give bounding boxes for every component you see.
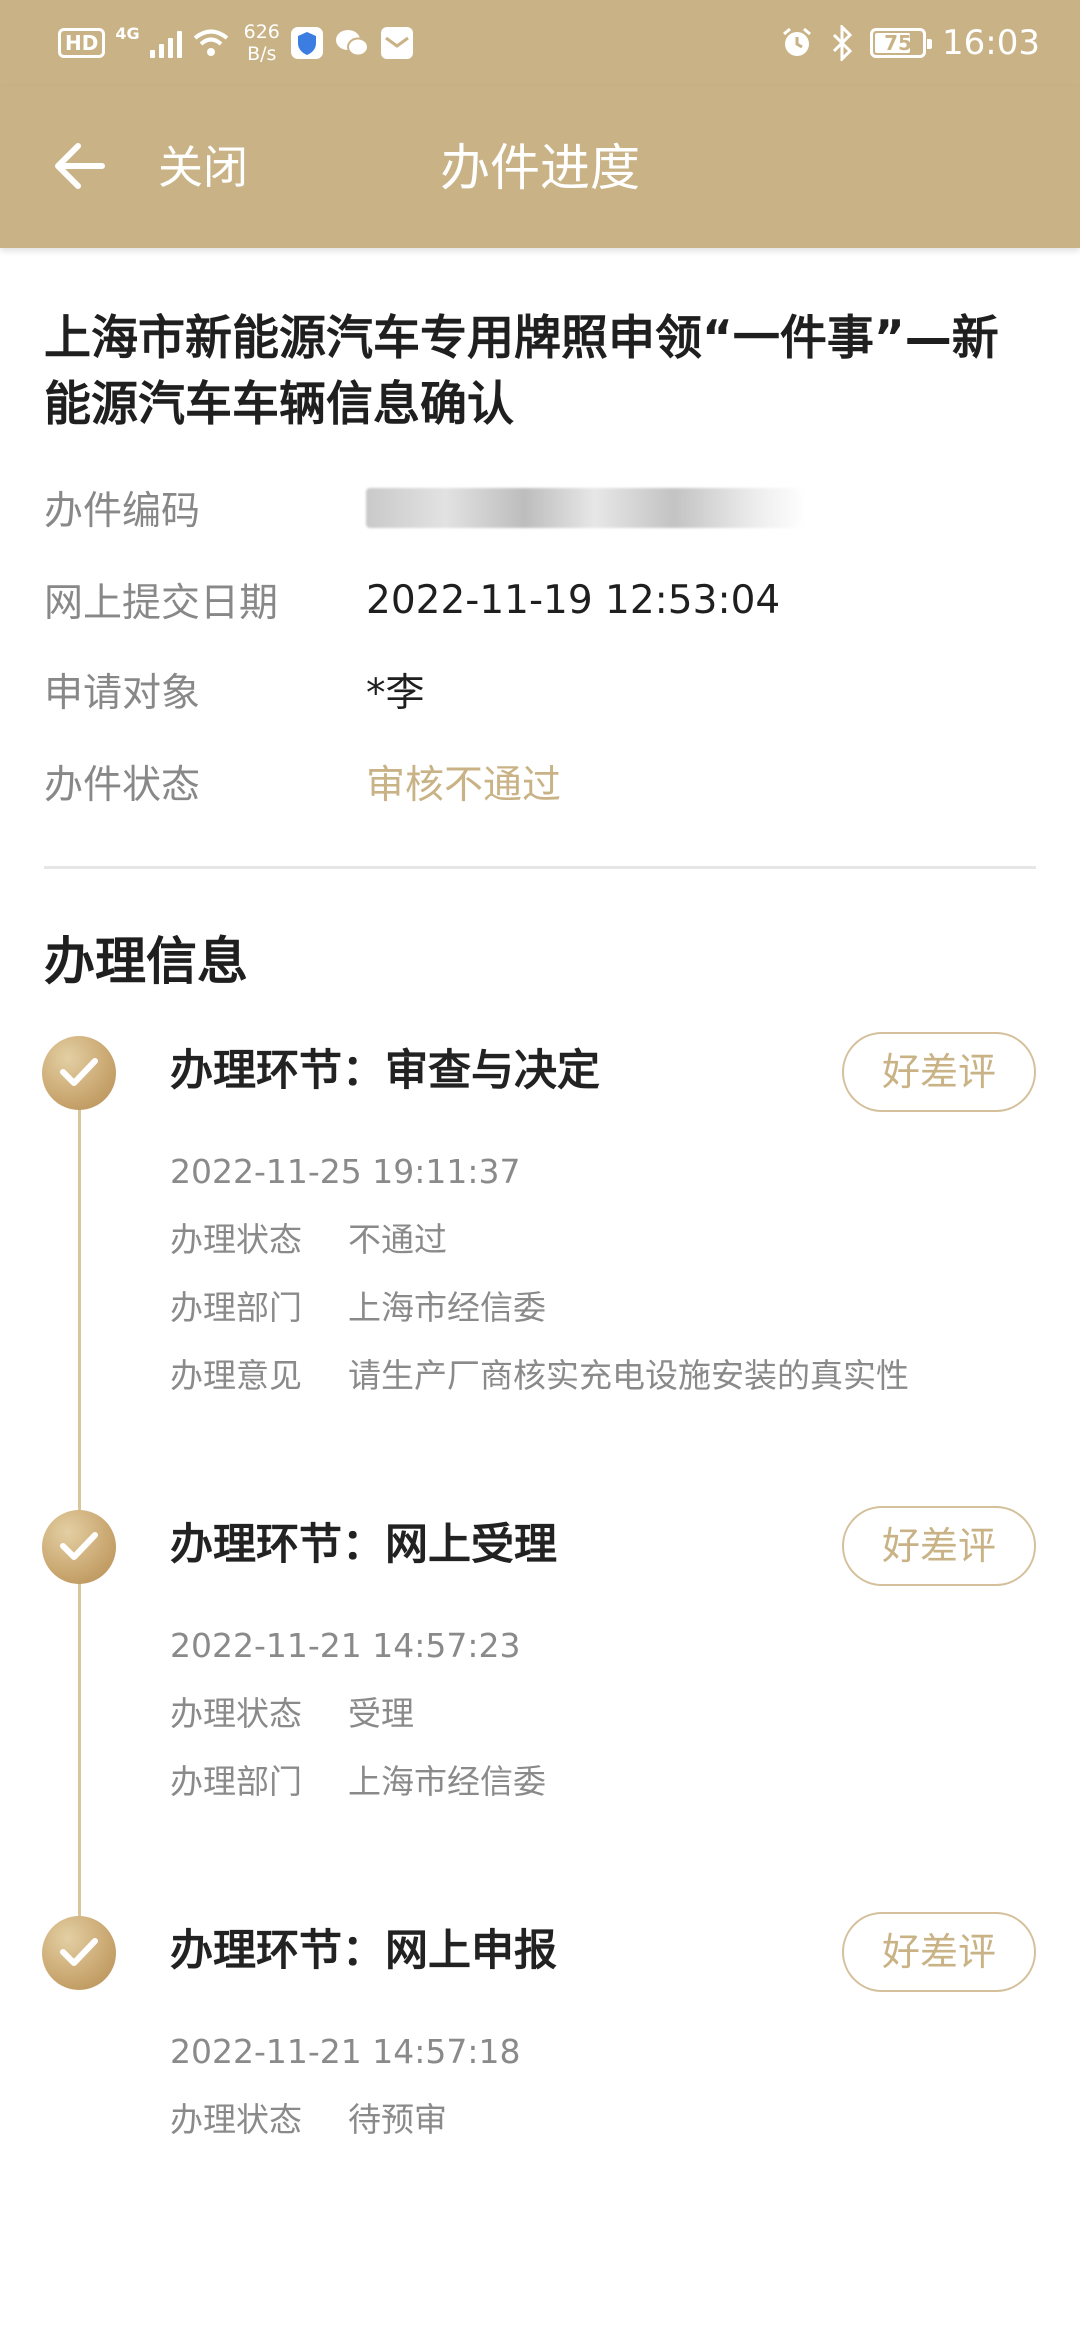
detail-value: 受理 [348,1694,414,1733]
clock: 16:03 [942,23,1040,63]
step-title: 办理环节：网上申报 [170,1926,557,1976]
check-circle-icon [42,1510,116,1584]
code-label: 办件编码 [44,489,201,534]
status-bar: HD 4G 626 B/s 75 16:03 [0,0,1080,86]
page-title: 办件进度 [440,139,640,197]
step-time: 2022-11-25 19:11:37 [170,1152,521,1191]
step-detail-row: 办理状态 受理 [170,1692,1050,1736]
status-bar-left: HD 4G 626 B/s [58,20,414,66]
applicant-label: 申请对象 [44,671,201,716]
submit-date-label: 网上提交日期 [44,581,279,626]
detail-label: 办理状态 [170,1694,302,1733]
detail-value: 不通过 [348,1220,447,1259]
detail-label: 办理意见 [170,1356,302,1395]
speed-value: 626 [243,21,280,43]
code-value-redacted [366,488,806,528]
detail-value: 上海市经信委 [348,1288,546,1327]
detail-label: 办理状态 [170,2100,302,2139]
info-row-submit-date: 网上提交日期 2022-11-19 12:53:04 [44,570,1044,630]
step-title: 办理环节：网上受理 [170,1520,557,1570]
wifi-icon [193,29,228,56]
detail-label: 办理部门 [170,1762,302,1801]
detail-label: 办理状态 [170,1220,302,1259]
alarm-icon [783,27,811,56]
step-detail-row: 办理部门 上海市经信委 [170,1286,1050,1330]
detail-label: 办理部门 [170,1288,302,1327]
check-circle-icon [42,1916,116,1990]
battery-icon: 75 [870,28,933,58]
detail-value: 请生产厂商核实充电设施安装的真实性 [348,1356,909,1395]
speed-unit: B/s [247,43,277,65]
rate-button[interactable]: 好差评 [842,1032,1036,1112]
check-circle-icon [42,1036,116,1110]
signal-icon [149,28,182,58]
applicant-value: *李 [366,671,425,716]
hd-icon: HD [58,28,106,58]
step-detail-row: 办理意见 请生产厂商核实充电设施安装的真实性 [170,1354,1050,1398]
info-row-status: 办件状态 审核不通过 [44,752,1044,812]
mail-app-icon [380,27,413,59]
section-divider [44,866,1036,869]
application-title: 上海市新能源汽车专用牌照申领“一件事”—新能源汽车车辆信息确认 [44,311,999,432]
app-header: 关闭 办件进度 [0,86,1080,248]
rate-button[interactable]: 好差评 [842,1506,1036,1586]
step-time: 2022-11-21 14:57:23 [170,1626,521,1665]
detail-value: 待预审 [348,2100,447,2139]
bluetooth-icon [832,25,853,61]
battery-level: 75 [884,31,912,55]
info-row-code: 办件编码 [44,478,1044,538]
step-title: 办理环节：审查与决定 [170,1046,600,1096]
shield-app-icon [290,27,323,59]
status-label: 办件状态 [44,763,201,808]
wechat-icon [335,30,369,57]
detail-value: 上海市经信委 [348,1762,546,1801]
network-speed: 626 B/s [244,21,280,65]
info-row-applicant: 申请对象 *李 [44,660,1044,720]
rate-button[interactable]: 好差评 [842,1912,1036,1992]
step-detail-row: 办理状态 待预审 [170,2098,1050,2142]
status-bar-right: 75 16:03 [780,20,1040,66]
network-type: 4G [115,23,140,43]
processing-section-title: 办理信息 [44,933,249,992]
status-value: 审核不通过 [366,763,562,808]
step-detail-row: 办理部门 上海市经信委 [170,1760,1050,1804]
step-detail-row: 办理状态 不通过 [170,1218,1050,1262]
step-time: 2022-11-21 14:57:18 [170,2032,521,2071]
submit-date-value: 2022-11-19 12:53:04 [366,577,781,623]
